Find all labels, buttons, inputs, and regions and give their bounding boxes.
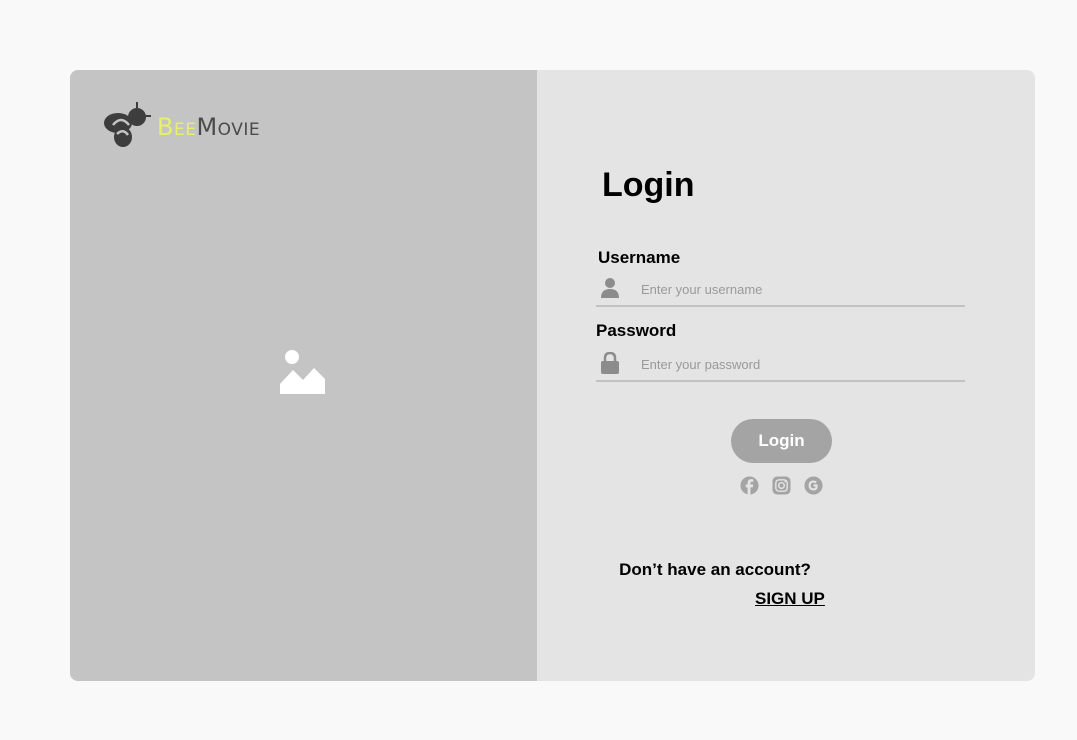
- login-card: BeeMovie Login Username Password Login: [70, 70, 1035, 681]
- password-field: [596, 348, 965, 382]
- brand-name-movie: Movie: [196, 113, 261, 141]
- login-button[interactable]: Login: [731, 419, 832, 463]
- password-input[interactable]: [639, 350, 953, 378]
- signup-link[interactable]: SIGN UP: [755, 589, 825, 609]
- username-label: Username: [598, 248, 681, 267]
- lock-icon: [601, 352, 619, 374]
- brand-name-bee: Bee: [157, 113, 197, 141]
- image-placeholder-icon: [280, 350, 325, 394]
- facebook-icon[interactable]: [740, 476, 759, 495]
- instagram-icon[interactable]: [772, 476, 791, 495]
- user-icon: [601, 278, 619, 298]
- login-panel: Login Username Password Login: [537, 70, 1035, 681]
- page-title: Login: [602, 166, 695, 204]
- password-label: Password: [596, 321, 677, 340]
- bee-logo-icon: [104, 102, 151, 147]
- username-input[interactable]: [639, 275, 953, 303]
- username-field: [596, 273, 965, 307]
- brand-logo: BeeMovie: [101, 101, 260, 153]
- google-icon[interactable]: [804, 476, 823, 495]
- hero-panel: BeeMovie: [70, 70, 537, 681]
- social-login: [740, 476, 823, 495]
- brand-name: BeeMovie: [157, 113, 260, 141]
- no-account-text: Don’t have an account?: [619, 560, 811, 579]
